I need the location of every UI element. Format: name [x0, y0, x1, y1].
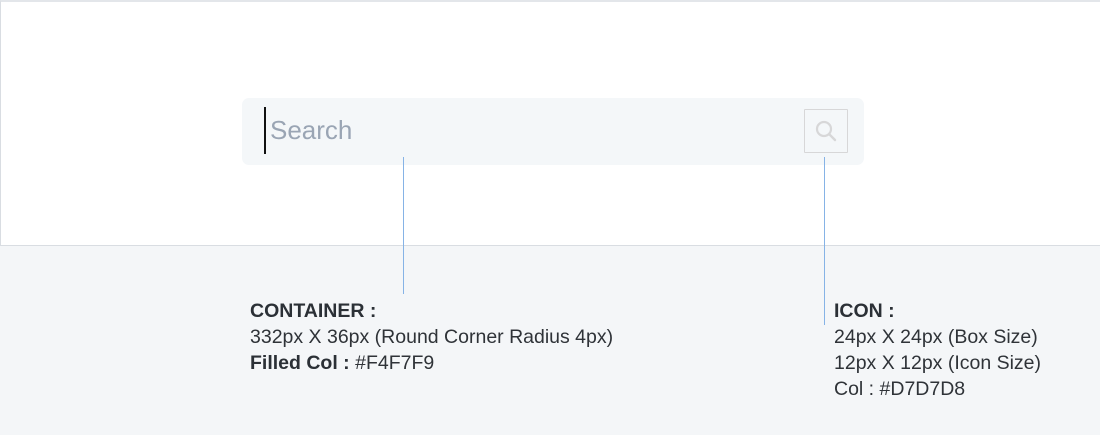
- fill-value: #F4F7F9: [355, 352, 435, 374]
- search-container[interactable]: [242, 98, 864, 165]
- container-annotation: CONTAINER : 332px X 36px (Round Corner R…: [250, 298, 613, 376]
- icon-annotation-title: ICON :: [834, 300, 895, 322]
- container-annotation-title: CONTAINER :: [250, 300, 377, 322]
- search-button[interactable]: [804, 109, 848, 153]
- fill-label: Filled Col :: [250, 352, 350, 374]
- icon-annotation-icon-size: 12px X 12px (Icon Size): [834, 352, 1042, 374]
- text-caret: [264, 107, 266, 154]
- container-annotation-fill: Filled Col : #F4F7F9: [250, 350, 613, 376]
- preview-canvas: [0, 0, 1100, 246]
- icon-annotation: ICON : 24px X 24px (Box Size) 12px X 12p…: [834, 298, 1041, 402]
- icon-annotation-color: Col : #D7D7D8: [834, 378, 966, 400]
- container-leader-line: [403, 157, 404, 294]
- search-input[interactable]: [270, 108, 790, 153]
- icon-leader-line: [824, 157, 825, 325]
- container-annotation-size: 332px X 36px (Round Corner Radius 4px): [250, 326, 614, 348]
- icon-annotation-box-size: 24px X 24px (Box Size): [834, 326, 1038, 348]
